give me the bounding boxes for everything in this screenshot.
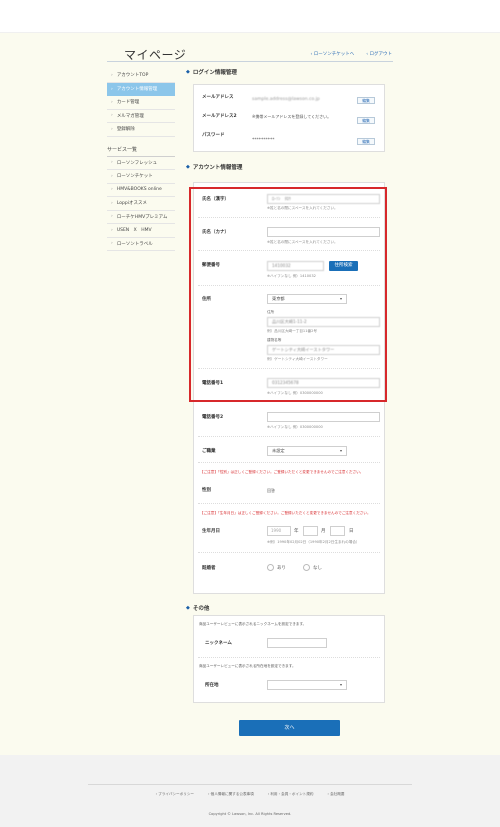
login-section-title: ◆ ログイン情報管理 bbox=[186, 69, 237, 76]
phone2-input[interactable] bbox=[267, 412, 380, 422]
birth-notice: 【ご注意】「生年月日」は正しくご登録ください。ご登録いただくと変更できませんので… bbox=[200, 511, 371, 515]
month-unit: 月 bbox=[321, 529, 326, 534]
email2-label: メールアドレス2 bbox=[202, 114, 237, 119]
title-divider bbox=[107, 61, 393, 62]
lawson-ticket-link[interactable]: ‹ ローソンチケットへ bbox=[311, 51, 355, 57]
footer-link-personal-info[interactable]: › 個人情報に関する公表事項 bbox=[208, 792, 254, 797]
phone2-label: 電話番号2 bbox=[202, 415, 224, 420]
footer-divider bbox=[88, 784, 412, 785]
copyright: Copyright © Lawson, Inc. All Rights Rese… bbox=[208, 812, 292, 816]
job-label: ご職業 bbox=[202, 449, 216, 454]
dropdown-arrow-icon: ▾ bbox=[339, 448, 342, 453]
gender-label: 性別 bbox=[202, 488, 211, 493]
chevron-right-icon: › bbox=[111, 214, 113, 220]
password-label: パスワード bbox=[202, 133, 225, 138]
chevron-right-icon: › bbox=[111, 187, 113, 193]
footer-link-privacy[interactable]: › プライバシーポリシー bbox=[156, 792, 194, 797]
marriage-yes-label: あり bbox=[277, 566, 286, 571]
edit-email-button[interactable]: 編集 bbox=[357, 97, 375, 104]
service-list-heading: サービス一覧 bbox=[107, 143, 175, 157]
sidebar-service-travel[interactable]: › ローソントラベル bbox=[107, 238, 175, 251]
marriage-no-radio[interactable] bbox=[303, 564, 310, 571]
chevron-right-icon: › bbox=[111, 241, 113, 247]
chevron-right-icon: › bbox=[111, 200, 113, 206]
marriage-label: 既婚者 bbox=[202, 566, 216, 571]
phone2-hint: ※ハイフンなし 例）0300000000 bbox=[267, 425, 323, 429]
job-select[interactable]: 未設定 ▾ bbox=[267, 446, 347, 456]
divider bbox=[198, 503, 380, 504]
location-description: 商品ユーザーレビューに表示される所在地を設定できます。 bbox=[199, 664, 296, 668]
gender-value: 回答 bbox=[267, 488, 275, 493]
divider bbox=[198, 657, 380, 658]
top-bar bbox=[0, 0, 500, 33]
nickname-label: ニックネーム bbox=[205, 641, 232, 646]
divider bbox=[198, 462, 380, 463]
year-unit: 年 bbox=[294, 529, 299, 534]
sidebar-service-usen[interactable]: › USEN X HMV bbox=[107, 224, 175, 238]
location-select[interactable]: ▾ bbox=[267, 680, 347, 690]
logout-link[interactable]: ‹ ログアウト bbox=[366, 51, 392, 57]
header-links: ‹ ローソンチケットへ ‹ ログアウト bbox=[311, 51, 392, 57]
footer-links: › プライバシーポリシー › 個人情報に関する公表事項 › 利用・会員・ポイント… bbox=[0, 792, 500, 797]
sidebar-item-account-info[interactable]: › アカウント情報管理 bbox=[107, 82, 175, 96]
sidebar-item-card[interactable]: › カード管理 bbox=[107, 96, 175, 110]
chevron-right-icon: › bbox=[111, 86, 113, 92]
birth-month-input[interactable] bbox=[303, 526, 318, 536]
nickname-input[interactable] bbox=[267, 638, 327, 648]
birth-hint: ※例）1990年02月02日（1990年2月2日生まれの場合） bbox=[267, 540, 360, 544]
marriage-no-label: なし bbox=[313, 566, 322, 571]
nickname-description: 商品ユーザーレビューに表示されるニックネームを設定できます。 bbox=[199, 622, 307, 626]
bullet-icon: ◆ bbox=[186, 605, 190, 611]
password-value: ********** bbox=[252, 138, 275, 143]
chevron-right-icon: › bbox=[111, 173, 113, 179]
birth-day-input[interactable] bbox=[330, 526, 345, 536]
sidebar-service-ticket[interactable]: › ローソンチケット bbox=[107, 170, 175, 184]
other-section-title: ◆ その他 bbox=[186, 605, 210, 612]
sidebar-service-loppi[interactable]: › Loppiオススメ bbox=[107, 197, 175, 211]
bullet-icon: ◆ bbox=[186, 164, 190, 170]
sidebar: › アカウントTOP › アカウント情報管理 › カード管理 › メルマガ管理 › 登録解… bbox=[107, 69, 175, 251]
chevron-right-icon: › bbox=[111, 160, 113, 166]
footer bbox=[0, 755, 500, 827]
chevron-right-icon: › bbox=[111, 113, 113, 119]
highlight-frame bbox=[189, 187, 387, 402]
marriage-yes-radio[interactable] bbox=[267, 564, 274, 571]
chevron-right-icon: › bbox=[111, 99, 113, 105]
footer-link-terms[interactable]: › 利用・会員・ポイント規約 bbox=[268, 792, 314, 797]
birth-label: 生年月日 bbox=[202, 529, 220, 534]
sidebar-service-premium[interactable]: › ローチケHMVプレミアム bbox=[107, 211, 175, 224]
day-unit: 日 bbox=[349, 529, 354, 534]
edit-email2-button[interactable]: 編集 bbox=[357, 117, 375, 124]
bullet-icon: ◆ bbox=[186, 69, 190, 75]
email-label: メールアドレス bbox=[202, 95, 234, 100]
location-label: 所在地 bbox=[205, 683, 219, 688]
account-section-title: ◆ アカウント情報管理 bbox=[186, 164, 243, 171]
chevron-right-icon: › bbox=[111, 227, 113, 233]
sidebar-service-fresh[interactable]: › ローソンフレッシュ bbox=[107, 157, 175, 170]
divider bbox=[198, 552, 380, 553]
email2-value: ※携帯メールアドレスを登録してください。 bbox=[252, 114, 332, 119]
chevron-right-icon: › bbox=[111, 126, 113, 132]
footer-link-company[interactable]: › 会社概要 bbox=[327, 792, 344, 797]
sidebar-item-mailmag[interactable]: › メルマガ管理 bbox=[107, 110, 175, 123]
divider bbox=[198, 436, 380, 437]
chevron-right-icon: › bbox=[111, 72, 113, 78]
birth-year-input[interactable]: 1990 bbox=[267, 526, 291, 536]
dropdown-arrow-icon: ▾ bbox=[339, 682, 342, 687]
next-button[interactable]: 次へ bbox=[239, 720, 340, 736]
edit-password-button[interactable]: 編集 bbox=[357, 138, 375, 145]
gender-notice: 【ご注意】「性別」は正しくご登録ください。ご登録いただくと変更できませんのでご注… bbox=[200, 470, 364, 474]
sidebar-item-account-top[interactable]: › アカウントTOP bbox=[107, 69, 175, 83]
email-value: sample.address@lawson.co.jp bbox=[252, 97, 320, 102]
sidebar-service-hmv[interactable]: › HMV&BOOKS online bbox=[107, 184, 175, 197]
sidebar-item-unregister[interactable]: › 登録解除 bbox=[107, 123, 175, 137]
